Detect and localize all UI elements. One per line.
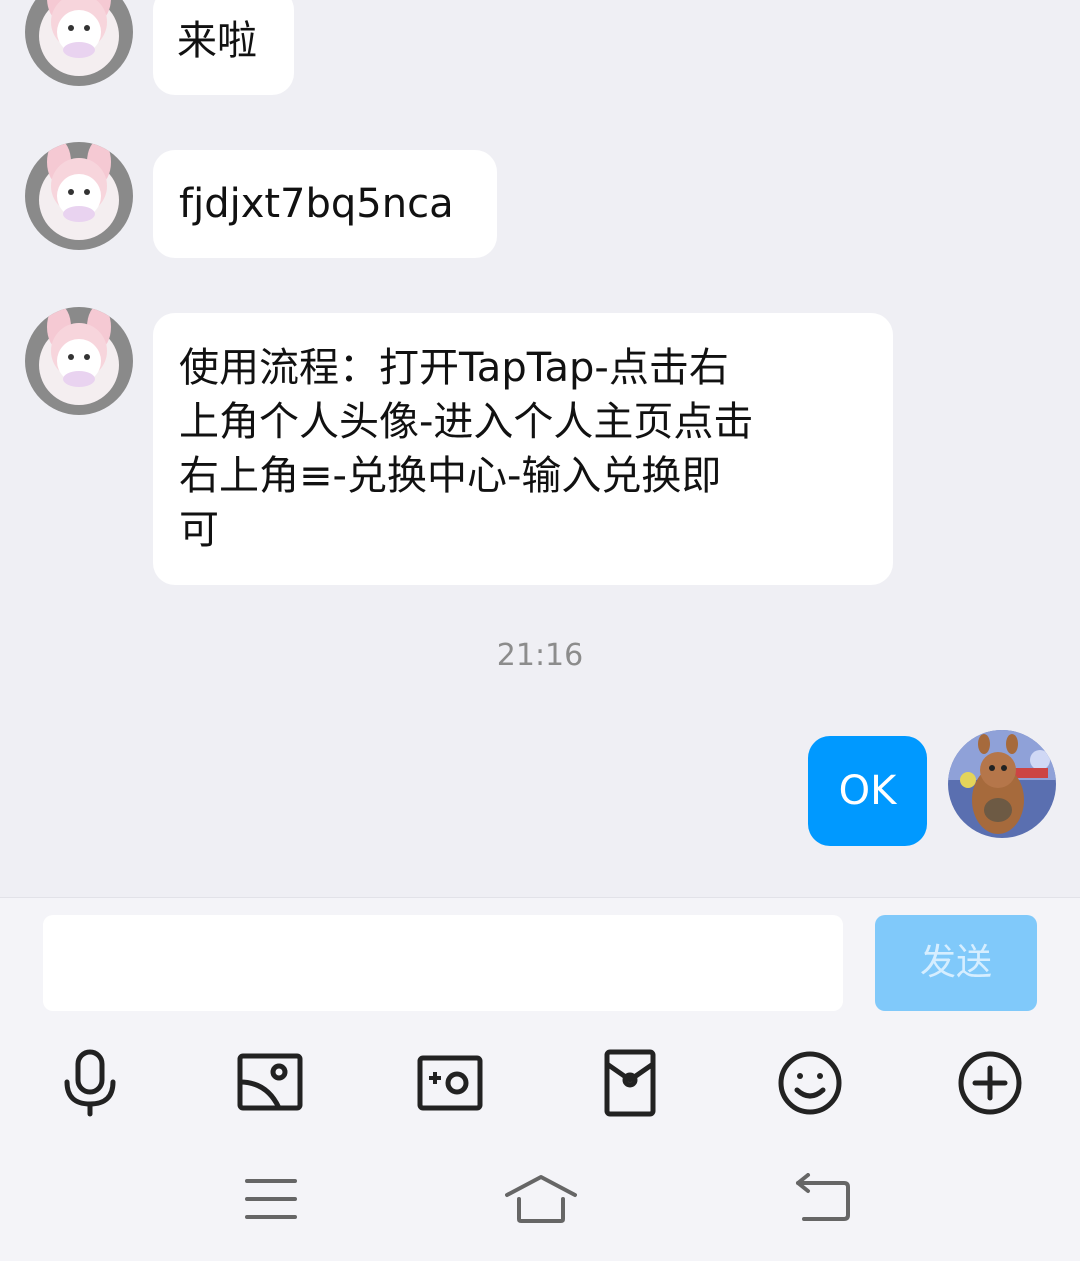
menu-icon[interactable] [235, 1173, 307, 1225]
message-input[interactable] [43, 915, 843, 1011]
message-line: 上角个人头像-进入个人主页点击 [179, 399, 754, 445]
plus-icon[interactable] [955, 1048, 1025, 1118]
my-message-bubble[interactable]: OK [808, 736, 927, 846]
input-bar: 发送 [0, 897, 1080, 1261]
message-bubble[interactable]: 来啦 [153, 0, 294, 95]
red-packet-icon[interactable] [595, 1048, 665, 1118]
message-text: 来啦 [177, 18, 257, 64]
contact-avatar[interactable] [25, 307, 133, 415]
message-bubble[interactable]: 使用流程：打开TapTap-点击右 上角个人头像-进入个人主页点击 右上角≡-兑… [153, 313, 893, 585]
message-text: fjdjxt7bq5nca [179, 181, 454, 227]
message-timestamp: 21:16 [496, 638, 584, 673]
send-button[interactable]: 发送 [875, 915, 1037, 1011]
home-icon[interactable] [505, 1173, 577, 1225]
message-line: 右上角≡-兑换中心-输入兑换即 [179, 453, 722, 499]
contact-avatar[interactable] [25, 0, 133, 86]
back-icon[interactable] [790, 1173, 862, 1225]
camera-icon[interactable] [415, 1048, 485, 1118]
message-line: 使用流程：打开TapTap-点击右 [179, 345, 729, 391]
message-bubble[interactable]: fjdjxt7bq5nca [153, 150, 497, 258]
message-text: OK [838, 768, 897, 814]
emoji-icon[interactable] [775, 1048, 845, 1118]
image-icon[interactable] [235, 1048, 305, 1118]
message-line: 可 [179, 507, 219, 553]
chat-screen: 来啦 fjdjxt7bq5nca 使用流程：打开TapTap-点击右 上角个人头… [0, 0, 1080, 1261]
microphone-icon[interactable] [55, 1048, 125, 1118]
contact-avatar[interactable] [25, 142, 133, 250]
my-avatar[interactable] [948, 730, 1056, 838]
message-list[interactable]: 来啦 fjdjxt7bq5nca 使用流程：打开TapTap-点击右 上角个人头… [0, 0, 1080, 897]
